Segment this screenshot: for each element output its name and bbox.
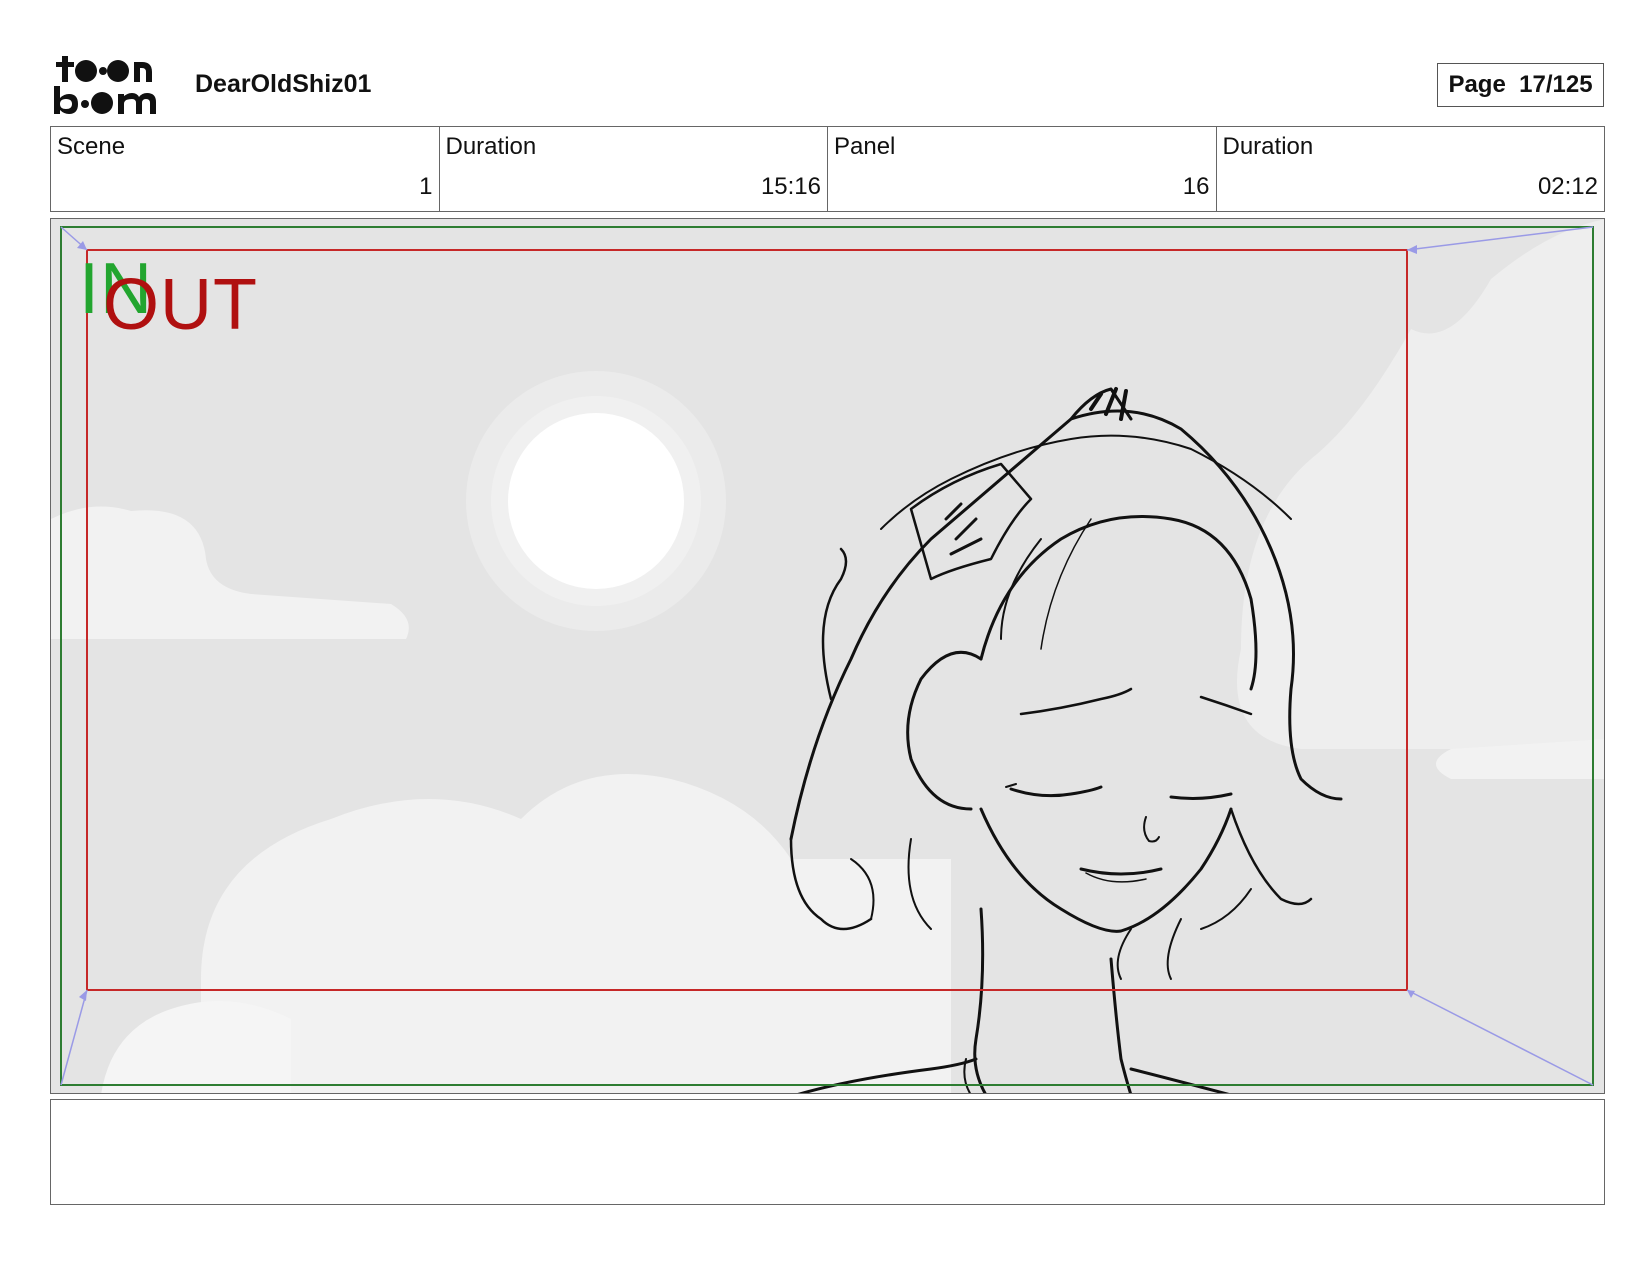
panel-info-table: Scene 1 Duration 15:16 Panel 16 Duration…: [50, 126, 1605, 212]
scene-duration-value: 15:16: [760, 173, 821, 200]
panel-duration-label: Duration: [1222, 133, 1314, 160]
scene-label: Scene: [57, 133, 126, 160]
project-title: DearOldShiz01: [195, 70, 372, 98]
storyboard-panel: IN OUT: [50, 218, 1605, 1094]
toon-boom-logo: [52, 52, 170, 116]
scene-cell: Scene 1: [51, 127, 440, 211]
panel-cell: Panel 16: [828, 127, 1217, 211]
scene-duration-cell: Duration 15:16: [440, 127, 828, 211]
panel-value: 16: [1182, 173, 1210, 200]
panel-label: Panel: [834, 133, 896, 160]
page-indicator: Page 17/125: [1437, 63, 1604, 107]
out-frame-label: OUT: [103, 265, 258, 345]
scene-value: 1: [419, 173, 433, 200]
panel-duration-value: 02:12: [1537, 173, 1598, 200]
panel-notes-box: [50, 1099, 1605, 1205]
sun: [508, 413, 684, 589]
panel-duration-cell: Duration 02:12: [1217, 127, 1605, 211]
panel-drawing: [51, 219, 1604, 1093]
scene-duration-label: Duration: [445, 133, 537, 160]
